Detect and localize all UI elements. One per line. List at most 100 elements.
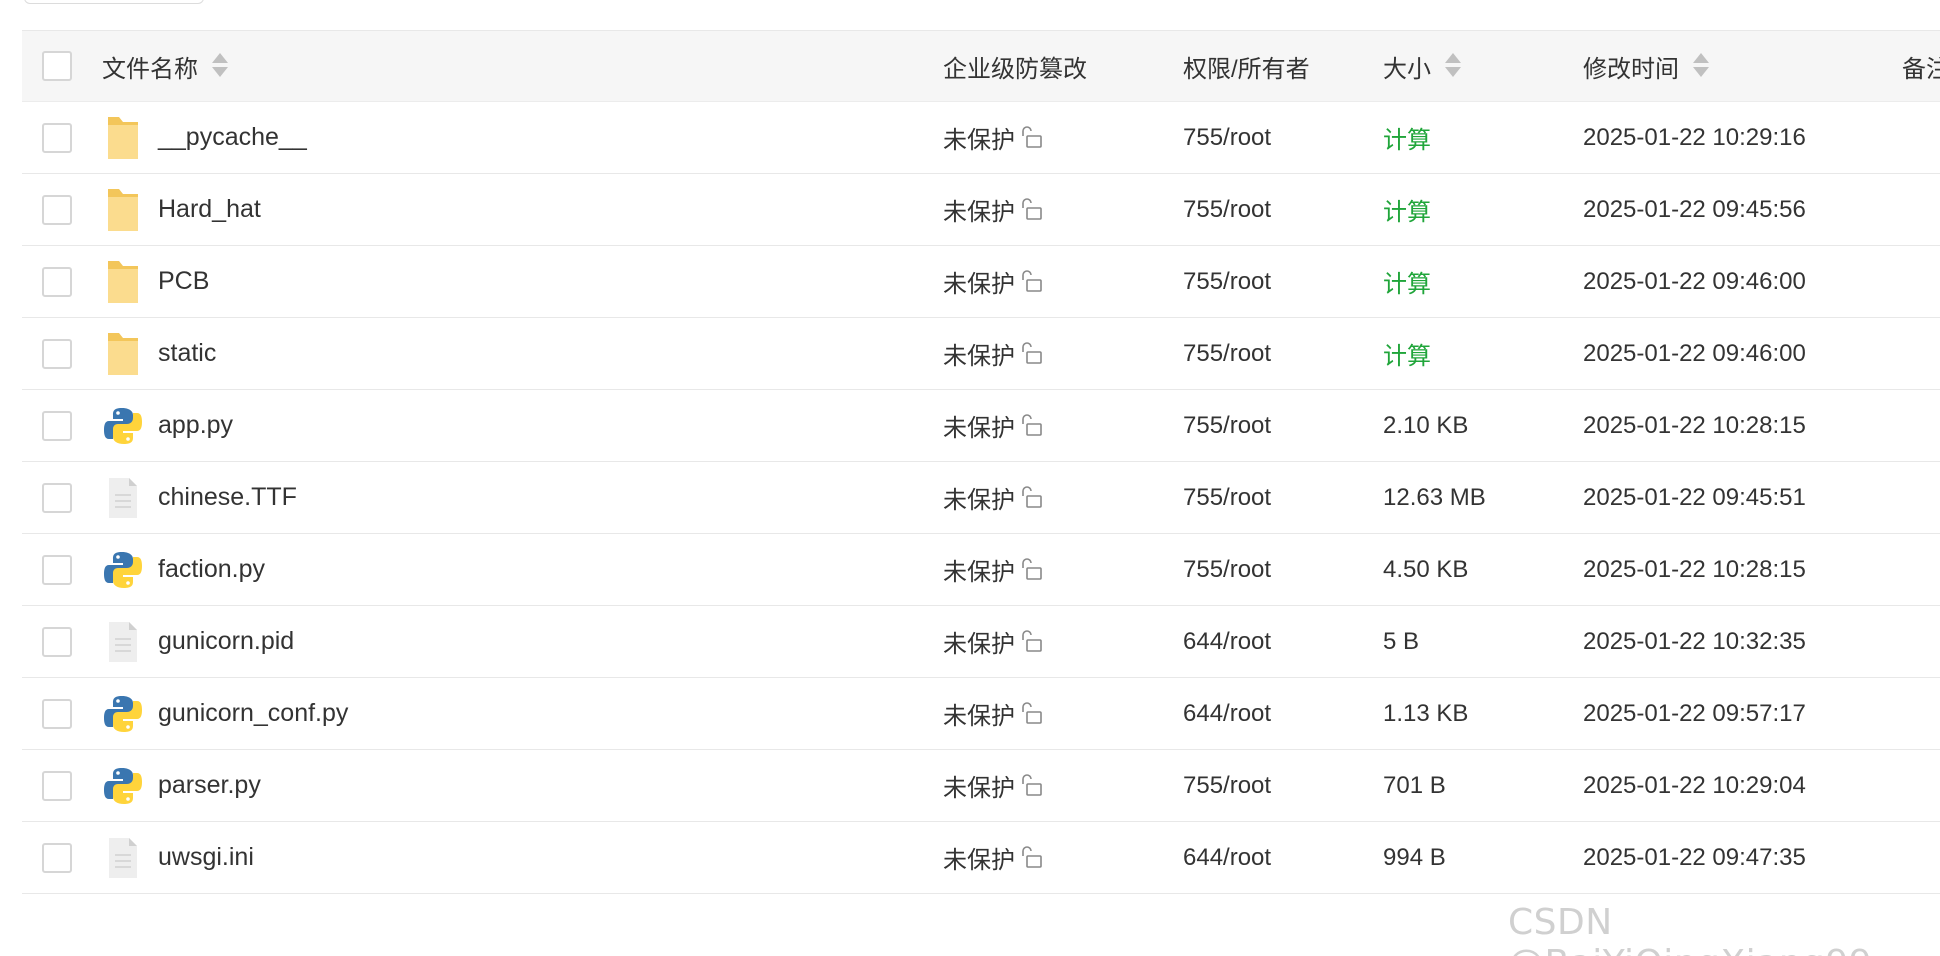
file-name-cell[interactable]: uwsgi.ini [102, 822, 254, 893]
tamper-cell[interactable]: 未保护 [943, 750, 1045, 821]
calculate-size-link[interactable]: 计算 [1383, 120, 1431, 155]
table-row[interactable]: app.py 未保护 755/root 2.10 KB 2025-01-22 1… [22, 390, 1940, 462]
header-name[interactable]: 文件名称 [102, 31, 228, 101]
unlock-icon[interactable] [1019, 197, 1045, 223]
file-name[interactable]: gunicorn.pid [158, 627, 294, 656]
permission-cell[interactable]: 644/root [1183, 606, 1271, 677]
file-name-cell[interactable]: __pycache__ [102, 102, 307, 173]
unlock-icon[interactable] [1019, 413, 1045, 439]
row-checkbox[interactable] [42, 266, 72, 297]
select-all-checkbox[interactable] [42, 51, 72, 81]
table-row[interactable]: static 未保护 755/root 计算 2025-01-22 09:46:… [22, 318, 1940, 390]
tamper-cell[interactable]: 未保护 [943, 462, 1045, 533]
table-row[interactable]: uwsgi.ini 未保护 644/root 994 B 2025-01-22 … [22, 822, 1940, 894]
table-row[interactable]: parser.py 未保护 755/root 701 B 2025-01-22 … [22, 750, 1940, 822]
file-name[interactable]: app.py [158, 411, 233, 440]
toolbar-button-edge[interactable] [24, 0, 204, 4]
permission-owner[interactable]: 755/root [1183, 556, 1271, 584]
table-row[interactable]: Hard_hat 未保护 755/root 计算 2025-01-22 09:4… [22, 174, 1940, 246]
file-name-cell[interactable]: parser.py [102, 750, 261, 821]
tamper-cell[interactable]: 未保护 [943, 534, 1045, 605]
unlock-icon[interactable] [1019, 773, 1045, 799]
row-checkbox[interactable] [42, 122, 72, 153]
row-checkbox[interactable] [42, 626, 72, 657]
row-checkbox[interactable] [42, 194, 72, 225]
file-name[interactable]: uwsgi.ini [158, 843, 254, 872]
file-name[interactable]: Hard_hat [158, 195, 261, 224]
permission-cell[interactable]: 644/root [1183, 822, 1271, 893]
file-name-cell[interactable]: static [102, 318, 216, 389]
unlock-icon[interactable] [1019, 701, 1045, 727]
permission-owner[interactable]: 755/root [1183, 124, 1271, 152]
calculate-size-link[interactable]: 计算 [1383, 264, 1431, 299]
permission-owner[interactable]: 644/root [1183, 700, 1271, 728]
permission-owner[interactable]: 644/root [1183, 844, 1271, 872]
tamper-cell[interactable]: 未保护 [943, 390, 1045, 461]
file-name[interactable]: __pycache__ [158, 123, 307, 152]
permission-cell[interactable]: 755/root [1183, 174, 1271, 245]
permission-cell[interactable]: 644/root [1183, 678, 1271, 749]
sort-icon[interactable] [212, 53, 228, 79]
permission-cell[interactable]: 755/root [1183, 750, 1271, 821]
file-name-cell[interactable]: gunicorn_conf.py [102, 678, 348, 749]
row-checkbox[interactable] [42, 554, 72, 585]
unlock-icon[interactable] [1019, 557, 1045, 583]
permission-owner[interactable]: 755/root [1183, 268, 1271, 296]
permission-owner[interactable]: 755/root [1183, 772, 1271, 800]
row-checkbox[interactable] [42, 482, 72, 513]
permission-cell[interactable]: 755/root [1183, 390, 1271, 461]
tamper-cell[interactable]: 未保护 [943, 174, 1045, 245]
file-name-cell[interactable]: gunicorn.pid [102, 606, 294, 677]
table-row[interactable]: gunicorn_conf.py 未保护 644/root 1.13 KB 20… [22, 678, 1940, 750]
permission-cell[interactable]: 755/root [1183, 534, 1271, 605]
header-mtime[interactable]: 修改时间 [1583, 31, 1709, 101]
tamper-cell[interactable]: 未保护 [943, 246, 1045, 317]
row-checkbox[interactable] [42, 410, 72, 441]
file-name-cell[interactable]: PCB [102, 246, 209, 317]
unlock-icon[interactable] [1019, 485, 1045, 511]
sort-icon[interactable] [1693, 53, 1709, 79]
permission-owner[interactable]: 755/root [1183, 484, 1271, 512]
file-name[interactable]: static [158, 339, 216, 368]
file-name-cell[interactable]: faction.py [102, 534, 265, 605]
permission-owner[interactable]: 755/root [1183, 340, 1271, 368]
permission-cell[interactable]: 755/root [1183, 102, 1271, 173]
file-name[interactable]: parser.py [158, 771, 261, 800]
file-name[interactable]: chinese.TTF [158, 483, 297, 512]
table-row[interactable]: chinese.TTF 未保护 755/root 12.63 MB 2025-0… [22, 462, 1940, 534]
table-row[interactable]: faction.py 未保护 755/root 4.50 KB 2025-01-… [22, 534, 1940, 606]
header-size[interactable]: 大小 [1383, 31, 1461, 101]
table-row[interactable]: PCB 未保护 755/root 计算 2025-01-22 09:46:00 [22, 246, 1940, 318]
tamper-cell[interactable]: 未保护 [943, 318, 1045, 389]
tamper-cell[interactable]: 未保护 [943, 606, 1045, 677]
tamper-cell[interactable]: 未保护 [943, 102, 1045, 173]
row-checkbox[interactable] [42, 338, 72, 369]
unlock-icon[interactable] [1019, 269, 1045, 295]
table-row[interactable]: gunicorn.pid 未保护 644/root 5 B 2025-01-22… [22, 606, 1940, 678]
sort-icon[interactable] [1445, 53, 1461, 79]
file-name-cell[interactable]: Hard_hat [102, 174, 261, 245]
file-name[interactable]: PCB [158, 267, 209, 296]
permission-owner[interactable]: 755/root [1183, 412, 1271, 440]
unlock-icon[interactable] [1019, 125, 1045, 151]
file-name-cell[interactable]: chinese.TTF [102, 462, 297, 533]
table-row[interactable]: __pycache__ 未保护 755/root 计算 2025-01-22 1… [22, 102, 1940, 174]
permission-cell[interactable]: 755/root [1183, 246, 1271, 317]
permission-cell[interactable]: 755/root [1183, 462, 1271, 533]
tamper-cell[interactable]: 未保护 [943, 678, 1045, 749]
unlock-icon[interactable] [1019, 629, 1045, 655]
row-checkbox[interactable] [42, 770, 72, 801]
calculate-size-link[interactable]: 计算 [1383, 336, 1431, 371]
tamper-cell[interactable]: 未保护 [943, 822, 1045, 893]
file-name-cell[interactable]: app.py [102, 390, 233, 461]
file-name[interactable]: faction.py [158, 555, 265, 584]
row-checkbox[interactable] [42, 842, 72, 873]
calculate-size-link[interactable]: 计算 [1383, 192, 1431, 227]
row-checkbox[interactable] [42, 698, 72, 729]
permission-owner[interactable]: 755/root [1183, 196, 1271, 224]
file-name[interactable]: gunicorn_conf.py [158, 699, 348, 728]
permission-cell[interactable]: 755/root [1183, 318, 1271, 389]
permission-owner[interactable]: 644/root [1183, 628, 1271, 656]
unlock-icon[interactable] [1019, 341, 1045, 367]
unlock-icon[interactable] [1019, 845, 1045, 871]
